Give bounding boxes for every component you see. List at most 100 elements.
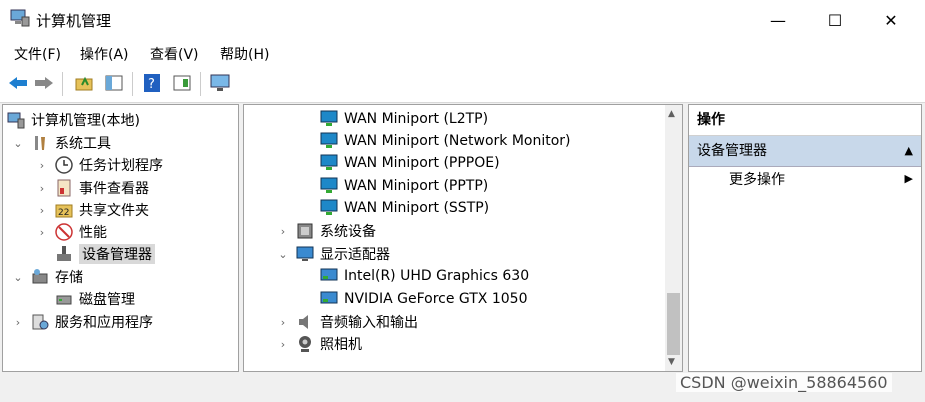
actions-section-label: 设备管理器 [697,143,767,159]
show-hide-tree-icon[interactable] [102,72,126,94]
device-label: WAN Miniport (PPTP) [344,178,489,194]
actions-pane: 操作 设备管理器 ▲ 更多操作 ▶ [688,104,922,372]
chevron-right-icon[interactable]: › [35,159,49,172]
menu-view[interactable]: 查看(V) [150,44,199,64]
chevron-down-icon[interactable]: ⌄ [11,137,25,150]
device-label: NVIDIA GeForce GTX 1050 [344,291,528,307]
tree-item-device-manager[interactable]: 设备管理器 [55,243,155,265]
chevron-right-icon[interactable]: › [35,204,49,217]
computer-management-icon [7,111,25,129]
computer-management-icon [10,9,30,27]
tree-item-shared-folders[interactable]: › 22 共享文件夹 [35,199,149,221]
monitor-icon[interactable] [208,72,232,94]
chevron-right-icon[interactable]: › [276,338,290,351]
menu-bar: 文件(F) 操作(A) 查看(V) 帮助(H) [0,40,925,66]
speaker-icon [296,313,314,331]
tree-item-task-scheduler[interactable]: › 任务计划程序 [35,154,163,176]
chevron-right-icon[interactable]: › [11,316,25,329]
vertical-scrollbar[interactable]: ▲ ▼ [665,105,682,371]
chevron-right-icon[interactable]: › [276,316,290,329]
tree-label-root: 计算机管理(本地) [31,113,140,129]
device-label: WAN Miniport (L2TP) [344,111,489,127]
device-item-wan-l2tp[interactable]: WAN Miniport (L2TP) [320,108,488,130]
up-folder-icon[interactable] [72,72,96,94]
back-arrow-icon[interactable] [6,72,30,94]
chevron-down-icon[interactable]: ⌄ [11,271,25,284]
chevron-right-icon[interactable]: › [35,226,49,239]
network-adapter-icon [320,110,338,128]
device-category-display-adapters[interactable]: ⌄ 显示适配器 [276,243,390,265]
device-item-wan-sstp[interactable]: WAN Miniport (SSTP) [320,197,489,219]
device-item-wan-pppoe[interactable]: WAN Miniport (PPPOE) [320,152,500,174]
toolbar-separator [132,72,133,96]
tree-item-event-viewer[interactable]: › 事件查看器 [35,177,149,199]
toolbar: ? [0,66,925,103]
clock-icon [55,156,73,174]
chevron-right-icon[interactable]: › [276,225,290,238]
tree-label-shared-folders: 共享文件夹 [79,203,149,219]
category-label: 显示适配器 [320,247,390,263]
tree-label-task-scheduler: 任务计划程序 [79,158,163,174]
tree-item-performance[interactable]: › 性能 [35,221,107,243]
chevron-right-icon[interactable]: › [35,182,49,195]
minimize-button[interactable]: — [755,0,801,40]
tree-item-system-tools[interactable]: ⌄ 系统工具 [11,132,111,154]
tree-label-event-viewer: 事件查看器 [79,181,149,197]
services-icon [31,313,49,331]
event-log-icon [55,179,73,197]
system-device-icon [296,222,314,240]
device-item-intel-gpu[interactable]: Intel(R) UHD Graphics 630 [320,265,529,287]
display-adapter-icon [320,290,338,308]
performance-icon [55,223,73,241]
scroll-thumb[interactable] [667,293,680,355]
close-button[interactable]: ✕ [868,0,914,40]
device-category-system-devices[interactable]: › 系统设备 [276,220,376,242]
network-adapter-icon [320,199,338,217]
device-manager-icon [55,245,73,263]
device-category-audio[interactable]: › 音频输入和输出 [276,311,418,333]
scroll-down-arrow-icon[interactable]: ▼ [668,357,675,367]
actions-section-device-manager[interactable]: 设备管理器 ▲ [689,136,921,167]
tools-icon [31,134,49,152]
more-actions-item[interactable]: 更多操作 [729,167,785,193]
menu-help[interactable]: 帮助(H) [220,44,269,64]
display-adapter-icon [296,245,314,263]
toolbar-separator [200,72,201,96]
tree-item-root[interactable]: 计算机管理(本地) [7,109,140,131]
tree-label-storage: 存储 [55,270,83,286]
category-label: 系统设备 [320,224,376,240]
device-label: WAN Miniport (PPPOE) [344,155,500,171]
scroll-up-arrow-icon[interactable]: ▲ [668,109,675,119]
network-adapter-icon [320,154,338,172]
device-list-pane: WAN Miniport (L2TP) WAN Miniport (Networ… [243,104,683,372]
help-icon[interactable]: ? [140,72,164,94]
actions-header: 操作 [689,105,921,136]
maximize-button[interactable]: ☐ [812,0,858,40]
svg-text:?: ? [148,77,155,92]
shared-folder-icon: 22 [55,201,73,219]
tree-label-performance: 性能 [79,225,107,241]
device-label: WAN Miniport (SSTP) [344,200,490,216]
collapse-triangle-icon[interactable]: ▲ [905,136,913,166]
menu-file[interactable]: 文件(F) [14,44,61,64]
device-item-wan-pptp[interactable]: WAN Miniport (PPTP) [320,175,488,197]
forward-arrow-icon[interactable] [32,72,56,94]
tree-label-disk-management: 磁盘管理 [79,292,135,308]
submenu-arrow-icon[interactable]: ▶ [905,172,913,185]
tree-item-storage[interactable]: ⌄ 存储 [11,266,83,288]
device-item-wan-network-monitor[interactable]: WAN Miniport (Network Monitor) [320,130,571,152]
chevron-down-icon[interactable]: ⌄ [276,248,290,261]
title-bar: 计算机管理 — ☐ ✕ [0,0,925,40]
tree-label-system-tools: 系统工具 [55,136,111,152]
device-item-nvidia-gpu[interactable]: NVIDIA GeForce GTX 1050 [320,288,527,310]
category-label: 照相机 [320,337,362,353]
watermark: CSDN @weixin_58864560 [676,373,892,392]
svg-text:22: 22 [58,208,69,218]
tree-label-device-manager: 设备管理器 [79,244,155,264]
menu-action[interactable]: 操作(A) [80,44,129,64]
console-tree-pane: 计算机管理(本地) ⌄ 系统工具 › 任务计划程序 › 事件查看器 › 22 共… [2,104,239,372]
properties-icon[interactable] [170,72,194,94]
tree-item-services-apps[interactable]: › 服务和应用程序 [11,311,153,333]
device-category-camera[interactable]: › 照相机 [276,333,362,355]
tree-item-disk-management[interactable]: 磁盘管理 [55,288,135,310]
